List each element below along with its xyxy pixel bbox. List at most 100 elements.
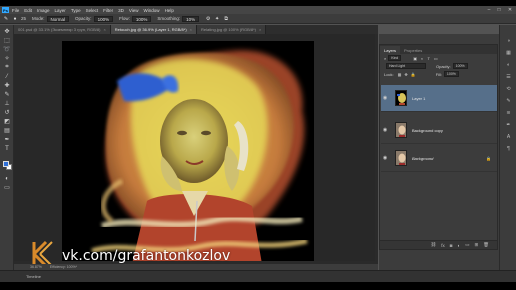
letterbox-bottom [0,282,516,290]
canvas-area[interactable] [14,34,378,264]
zoom-readout[interactable]: 36.87% [30,265,42,269]
filter-type-icon[interactable]: T [427,56,429,61]
healing-brush-icon[interactable]: ✚ [3,82,11,89]
quick-mask-icon[interactable]: ◐ [3,175,11,182]
type-tool-icon[interactable]: T [3,145,11,152]
character-panel-icon[interactable]: A [505,133,512,140]
link-layers-icon[interactable]: ⛓ [431,242,437,248]
clone-stamp-icon[interactable]: ⊥ [3,100,11,107]
eyedropper-icon[interactable]: ⁄ [3,73,11,80]
tab-close-icon[interactable]: × [259,27,261,32]
adjustments-panel-icon[interactable]: ◐ [505,61,512,68]
layer-style-icon[interactable]: fx [441,243,445,248]
filter-shape-icon[interactable]: ▭ [434,56,438,61]
smoothing-input[interactable]: 10% [182,15,200,22]
libraries-panel-icon[interactable]: ☰ [505,73,512,80]
channels-panel-icon[interactable]: ≋ [505,109,512,116]
canvas-vertical-scrollbar[interactable] [375,34,378,261]
lock-label: Lock: [384,71,394,77]
photoshop-logo: Ps [2,7,9,13]
brush-preset-icon[interactable]: ● [12,16,18,22]
brush-tool-icon[interactable]: ✎ [3,91,11,98]
tab-close-icon[interactable]: × [103,27,105,32]
visibility-eye-icon[interactable]: ◉ [381,127,389,133]
tab-close-icon[interactable]: × [190,27,192,32]
crop-tool-icon[interactable]: ⌗ [3,64,11,71]
menu-image[interactable]: Image [37,8,50,13]
layer-name[interactable]: Background copy [412,128,443,133]
foreground-color-swatch[interactable] [3,161,9,167]
brush-size[interactable]: 25 [21,16,26,21]
menu-help[interactable]: Help [165,8,174,13]
lock-position-icon[interactable]: ✥ [404,72,407,77]
airbrush-icon[interactable]: ✦ [214,16,220,22]
menu-window[interactable]: Window [144,8,160,13]
watermark-text: vk.com/grafantonkozlov [62,248,231,264]
layer-name[interactable]: Background [412,156,433,161]
menu-3d[interactable]: 3D [118,8,124,13]
opacity-input[interactable]: 100% [93,15,114,22]
pen-tool-icon[interactable]: ✒ [3,136,11,143]
layer-filter-row: ⌕ Kind ▣ ◐ T ▭ [380,54,497,62]
marquee-tool-icon[interactable]: ⬚ [3,37,11,44]
eraser-tool-icon[interactable]: ◩ [3,118,11,125]
screen-mode-icon[interactable]: ▭ [3,184,11,191]
document-image[interactable] [62,41,314,264]
layer-opacity-input[interactable]: 100% [452,63,468,69]
lock-all-icon[interactable]: 🔒 [411,72,416,77]
menu-edit[interactable]: Edit [24,8,32,13]
filter-image-icon[interactable]: ▣ [413,56,417,61]
close-icon[interactable]: ✕ [505,6,515,14]
visibility-eye-icon[interactable]: ◉ [381,155,389,161]
new-layer-icon[interactable]: ⊞ [475,242,479,248]
layer-row-background[interactable]: ◉ Background 🔒 [381,145,497,172]
visibility-eye-icon[interactable]: ◉ [381,95,389,101]
swatches-panel-icon[interactable]: ▦ [505,49,512,56]
kind-filter-select[interactable]: Kind [388,55,402,61]
add-mask-icon[interactable]: ◙ [450,243,453,248]
brushes-panel-icon[interactable]: ✎ [505,97,512,104]
settings-gear-icon[interactable]: ⚙ [205,16,211,22]
gradient-tool-icon[interactable]: ▤ [3,127,11,134]
menu-type[interactable]: Type [71,8,81,13]
menu-file[interactable]: File [12,8,19,13]
brush-tool-icon[interactable]: ✎ [3,16,9,22]
tab-properties[interactable]: Properties [400,46,426,54]
fill-input[interactable]: 100% [443,71,459,77]
blend-mode-select[interactable]: Hard Light [386,63,426,69]
color-panel-icon[interactable]: ◑ [505,37,512,44]
quick-select-icon[interactable]: ✧ [3,55,11,62]
tab-layers[interactable]: Layers [380,46,401,54]
tab-document-1[interactable]: 001.psd @ 33.1% (Экземпляр 3 груп, RGB/8… [14,25,111,34]
menu-layer[interactable]: Layer [55,8,66,13]
tab-document-3[interactable]: Relating.jpg @ 100% (RGB/8*) × [197,25,267,34]
layer-row-background-copy[interactable]: ◉ Background copy [381,117,497,144]
move-tool-icon[interactable]: ✥ [3,28,11,35]
blend-row: Hard Light Opacity: 100% [380,62,497,70]
delete-layer-icon[interactable]: 🗑 [483,242,489,248]
history-brush-icon[interactable]: ↺ [3,109,11,116]
layer-name[interactable]: Layer 1 [412,96,425,101]
menu-filter[interactable]: Filter [103,8,113,13]
menu-select[interactable]: Select [86,8,99,13]
new-group-icon[interactable]: ▭ [465,242,469,248]
photoshop-window: Ps File Edit Image Layer Type Select Fil… [0,0,516,290]
maximize-icon[interactable]: □ [494,6,504,14]
mode-select[interactable]: Normal [46,15,70,22]
timeline-label[interactable]: Timeline [26,274,41,279]
adjustment-layer-icon[interactable]: ◐ [458,243,461,248]
mode-label: Mode: [32,16,45,21]
paragraph-panel-icon[interactable]: ¶ [505,145,512,152]
filter-adjust-icon[interactable]: ◐ [421,56,423,61]
lasso-tool-icon[interactable]: ➰ [3,46,11,53]
lock-pixels-icon[interactable]: ▦ [398,72,402,77]
history-panel-icon[interactable]: ⟲ [505,85,512,92]
layer-row-layer-1[interactable]: ◉ Layer 1 [381,85,497,112]
minimize-icon[interactable]: – [484,6,494,14]
paths-panel-icon[interactable]: ✒ [505,121,512,128]
symmetry-icon[interactable]: ⧉ [223,16,229,22]
flow-input[interactable]: 100% [131,15,152,22]
menu-view[interactable]: View [129,8,139,13]
tab-document-2[interactable]: Retouch.jpg @ 36.9% (Layer 1, RGB/8*) × [110,25,197,34]
layers-panel-footer: ⛓ fx ◙ ◐ ▭ ⊞ 🗑 [380,240,497,249]
